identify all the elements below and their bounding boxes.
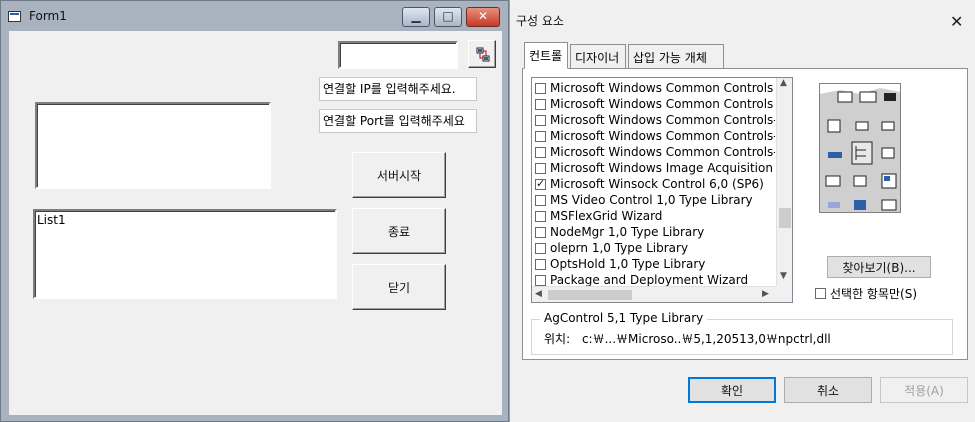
component-label: Microsoft Winsock Control 6,0 (SP6) (550, 177, 764, 191)
checkbox-icon[interactable] (535, 258, 546, 270)
component-label: Microsoft Windows Common Controls-2 (550, 129, 775, 143)
toolbox-preview (819, 83, 901, 213)
component-list-item[interactable]: OptsHold 1,0 Type Library (535, 256, 775, 272)
selected-component-group: AgControl 5,1 Type Library 위치: c:￦...￦Mi… (531, 311, 953, 355)
component-list-item[interactable]: Microsoft Windows Common Controls-2 (535, 128, 775, 144)
component-label: MSFlexGrid Wizard (550, 209, 663, 223)
scroll-right-icon[interactable]: ▶ (762, 289, 769, 299)
end-button[interactable]: 종료 (352, 208, 446, 254)
checkbox-icon[interactable] (535, 146, 546, 158)
checkbox-icon[interactable] (535, 114, 546, 126)
tab-controls[interactable]: 컨트롤 (524, 42, 568, 69)
browse-button[interactable]: 찾아보기(B)... (827, 256, 931, 278)
scroll-up-icon[interactable]: ▲ (780, 78, 787, 88)
checkbox-icon[interactable] (535, 194, 546, 206)
list1-listbox[interactable]: List1 (33, 209, 337, 299)
ip-textbox[interactable] (35, 102, 271, 189)
maximize-icon: □ (442, 9, 454, 23)
label-ip: 연결할 IP를 입력해주세요. (319, 77, 477, 101)
component-label: Package and Deployment Wizard (550, 273, 749, 287)
location-label: 위치: (544, 332, 571, 346)
toolbox-icons (820, 84, 900, 211)
components-dialog: 구성 요소 ✕ 컨트롤 디자이너 삽입 가능 개체 Microsoft Wind… (509, 0, 975, 422)
component-list-item[interactable]: MS Video Control 1,0 Type Library (535, 192, 775, 208)
component-list-item[interactable]: Microsoft Windows Image Acquisition Lib (535, 160, 775, 176)
minimize-button[interactable]: ▁ (402, 7, 430, 27)
components-listbox[interactable]: Microsoft Windows Common Controls 5,0 Mic… (531, 77, 793, 303)
component-list-item[interactable]: MSFlexGrid Wizard (535, 208, 775, 224)
label-port: 연결할 Port를 입력해주세요 (319, 109, 477, 133)
component-label: Microsoft Windows Common Controls-3 (550, 145, 775, 159)
form1-window: Form1 ▁ □ ✕ 연결할 IP를 입력해주세요. 연결할 Port를 입력… (0, 0, 509, 422)
component-label: Microsoft Windows Common Controls 6,0 (550, 97, 775, 111)
port-textbox[interactable] (338, 41, 458, 69)
component-label: Microsoft Windows Common Controls 5,0 (550, 81, 775, 95)
list1-item: List1 (37, 213, 66, 227)
winsock-control[interactable] (468, 40, 496, 68)
vertical-scroll-thumb[interactable] (779, 208, 791, 228)
component-list-item[interactable]: Microsoft Windows Common Controls 5,0 (535, 80, 775, 96)
checkbox-icon[interactable] (535, 242, 546, 254)
selected-only-check-icon[interactable] (815, 288, 826, 299)
component-label: NodeMgr 1,0 Type Library (550, 225, 705, 239)
form1-client-area: 연결할 IP를 입력해주세요. 연결할 Port를 입력해주세요 List1 서… (9, 31, 502, 415)
component-list-item[interactable]: Microsoft Windows Common Controls-2 (535, 112, 775, 128)
location-value: c:￦...￦Microso..￦5,1,20513,0￦npctrl,dll (581, 332, 831, 346)
scroll-left-icon[interactable]: ◀ (535, 289, 542, 299)
component-label: oleprn 1,0 Type Library (550, 241, 689, 255)
horizontal-scrollbar[interactable]: ◀ ▶ (532, 286, 776, 302)
dialog-close-icon[interactable]: ✕ (950, 12, 963, 31)
checkbox-icon[interactable] (535, 130, 546, 142)
maximize-button[interactable]: □ (434, 7, 462, 27)
location-line: 위치: c:￦...￦Microso..￦5,1,20513,0￦npctrl,… (544, 330, 831, 347)
component-list-item[interactable]: Microsoft Windows Common Controls 6,0 (535, 96, 775, 112)
tab-insertable-objects[interactable]: 삽입 가능 개체 (628, 44, 724, 68)
form1-titlebar[interactable]: Form1 ▁ □ ✕ (1, 1, 508, 31)
close-button[interactable]: ✕ (466, 7, 500, 27)
component-label: Microsoft Windows Common Controls-2 (550, 113, 775, 127)
component-list-item[interactable]: NodeMgr 1,0 Type Library (535, 224, 775, 240)
component-label: OptsHold 1,0 Type Library (550, 257, 706, 271)
component-label: Microsoft Windows Image Acquisition Lib (550, 161, 775, 175)
checkbox-icon[interactable] (535, 210, 546, 222)
checked-checkbox-icon[interactable] (535, 177, 546, 190)
minimize-icon: ▁ (411, 9, 421, 23)
dialog-title: 구성 요소 (516, 14, 564, 28)
component-label: MS Video Control 1,0 Type Library (550, 193, 753, 207)
tab-panel-controls: Microsoft Windows Common Controls 5,0 Mic… (522, 68, 968, 360)
checkbox-icon[interactable] (535, 162, 546, 174)
selected-only-label: 선택한 항목만(S) (830, 287, 918, 301)
component-list-item[interactable]: oleprn 1,0 Type Library (535, 240, 775, 256)
server-start-button[interactable]: 서버시작 (352, 152, 446, 198)
form1-title: Form1 (29, 9, 67, 23)
checkbox-icon[interactable] (535, 274, 546, 286)
tab-designers[interactable]: 디자이너 (570, 44, 626, 68)
cancel-button[interactable]: 취소 (784, 377, 872, 403)
ok-button[interactable]: 확인 (688, 377, 776, 403)
vertical-scrollbar[interactable]: ▲ ▼ (776, 78, 792, 287)
group-title: AgControl 5,1 Type Library (540, 311, 708, 325)
scrollbar-corner (776, 286, 792, 302)
scroll-down-icon[interactable]: ▼ (780, 271, 787, 281)
component-list-item[interactable]: Microsoft Windows Common Controls-3 (535, 144, 775, 160)
checkbox-icon[interactable] (535, 226, 546, 238)
horizontal-scroll-thumb[interactable] (548, 290, 632, 300)
form-app-icon (8, 11, 21, 22)
apply-button[interactable]: 적용(A) (880, 377, 968, 403)
checkbox-icon[interactable] (535, 98, 546, 110)
checkbox-icon[interactable] (535, 82, 546, 94)
component-list-item[interactable]: Microsoft Winsock Control 6,0 (SP6) (535, 176, 775, 192)
selected-only-checkbox[interactable]: 선택한 항목만(S) (815, 285, 917, 302)
winsock-icon (476, 47, 490, 62)
exit-button[interactable]: 닫기 (352, 264, 446, 310)
close-icon: ✕ (477, 9, 489, 23)
